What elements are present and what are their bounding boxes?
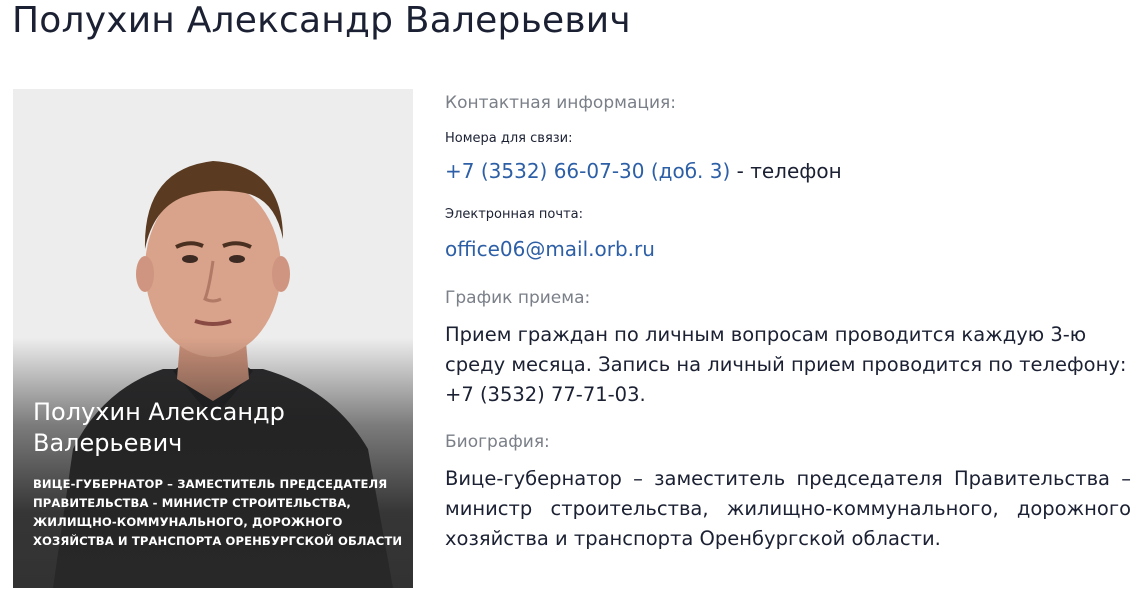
biography-text: Вице-губернатор – заместитель председате… bbox=[445, 467, 1131, 550]
email-row: office06@mail.orb.ru bbox=[445, 236, 655, 262]
email-label: Электронная почта: bbox=[445, 207, 583, 222]
email-link[interactable]: office06@mail.orb.ru bbox=[445, 237, 655, 261]
phone-link[interactable]: +7 (3532) 66-07-30 (доб. 3) bbox=[445, 159, 730, 183]
schedule-heading: График приема: bbox=[445, 288, 591, 308]
page-title: Полухин Александр Валерьевич bbox=[12, 0, 631, 41]
biography-heading: Биография: bbox=[445, 432, 550, 452]
card-official-position: Вице-губернатор – заместитель председате… bbox=[33, 477, 403, 548]
phone-suffix: - телефон bbox=[730, 159, 842, 183]
official-photo-card: Полухин Александр Валерьевич Вице-губерн… bbox=[13, 89, 413, 588]
phone-label: Номера для связи: bbox=[445, 131, 573, 146]
card-official-name: Полухин Александр Валерьевич bbox=[33, 398, 285, 457]
phone-row: +7 (3532) 66-07-30 (доб. 3) - телефон bbox=[445, 158, 842, 184]
schedule-text: Прием граждан по личным вопросам проводи… bbox=[445, 323, 1127, 406]
contacts-heading: Контактная информация: bbox=[445, 93, 676, 113]
